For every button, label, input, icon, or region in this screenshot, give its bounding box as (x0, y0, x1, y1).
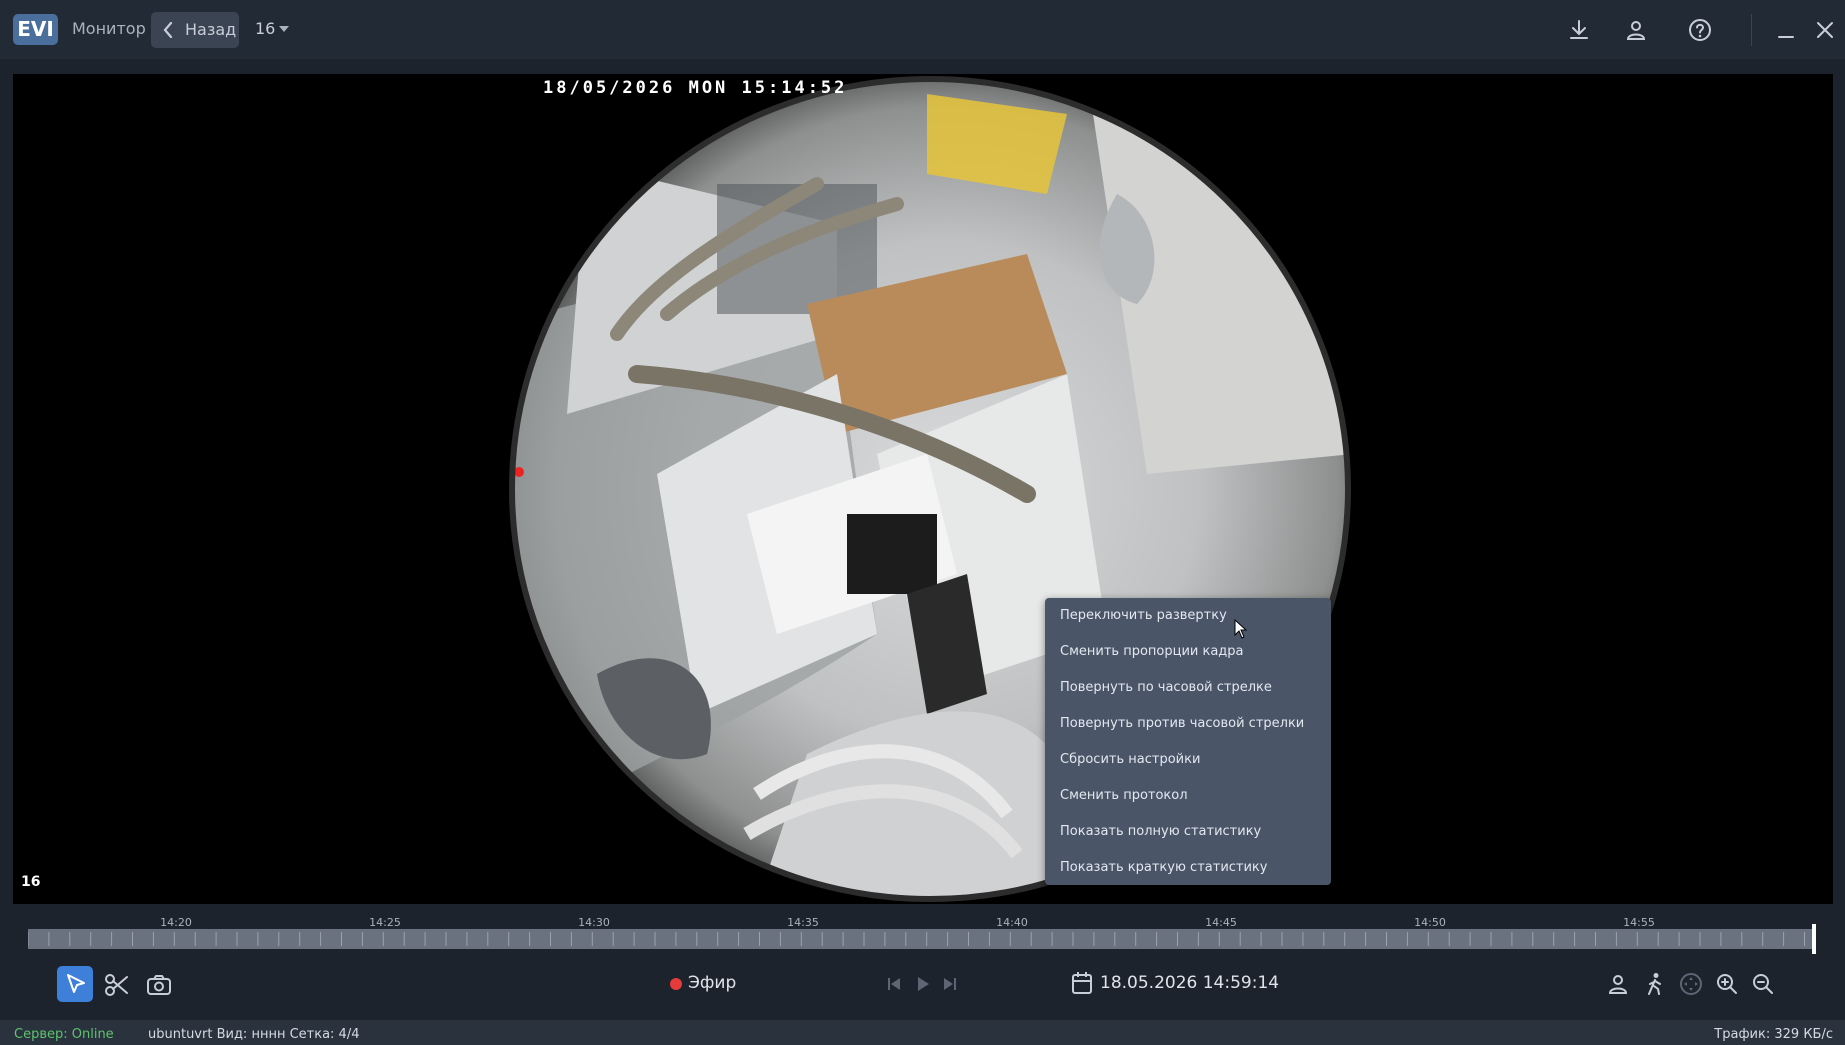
menu-item-short-stats[interactable]: Показать краткую статистику (1060, 860, 1267, 875)
timeline-label: 14:50 (1414, 916, 1446, 929)
timeline-label: 14:20 (160, 916, 192, 929)
menu-item-rotate-cw[interactable]: Повернуть по часовой стрелке (1060, 680, 1272, 695)
timeline-label: 14:35 (787, 916, 819, 929)
monitor-link[interactable]: Монитор (72, 19, 146, 38)
menu-item-reset-settings[interactable]: Сбросить настройки (1060, 752, 1200, 767)
view-info: ubuntuvrt Вид: нннн Сетка: 4/4 (148, 1027, 360, 1042)
timeline-ticks (28, 932, 1805, 946)
timeline-label: 14:45 (1205, 916, 1237, 929)
mouse-cursor-icon (1234, 619, 1248, 639)
play-icon[interactable] (913, 974, 933, 994)
video-timestamp: 18/05/2026 MON 15:14:52 (543, 78, 848, 98)
download-icon[interactable] (1567, 18, 1591, 42)
zoom-in-icon[interactable] (1715, 972, 1739, 996)
status-bar: Сервер: Online ubuntuvrt Вид: нннн Сетка… (0, 1020, 1845, 1045)
camera-number: 16 (21, 874, 41, 890)
chevron-left-icon (163, 22, 173, 38)
grid-selector[interactable]: 16 (255, 19, 289, 38)
datetime-value: 18.05.2026 14:59:14 (1100, 973, 1280, 993)
live-label: Эфир (688, 973, 737, 993)
skip-back-icon[interactable] (884, 974, 904, 994)
menu-item-change-protocol[interactable]: Сменить протокол (1060, 788, 1188, 803)
minimize-icon[interactable] (1774, 18, 1798, 42)
back-button[interactable]: Назад (151, 12, 239, 48)
toolbar-divider (1751, 14, 1752, 46)
user-icon[interactable] (1624, 18, 1648, 42)
server-status: Сервер: Online (14, 1027, 114, 1042)
help-icon[interactable] (1688, 18, 1712, 42)
chevron-down-icon (279, 26, 289, 32)
zoom-out-icon[interactable] (1751, 972, 1775, 996)
app-logo: EVI (13, 14, 58, 45)
menu-item-change-aspect[interactable]: Сменить пропорции кадра (1060, 644, 1244, 659)
back-label: Назад (185, 20, 237, 39)
person-icon[interactable] (1607, 973, 1629, 995)
title-bar: EVI Монитор Назад 16 (0, 0, 1845, 59)
video-viewport[interactable]: 18/05/2026 MON 15:14:52 16 Переключить р… (13, 74, 1833, 904)
context-menu: Переключить развертку Сменить пропорции … (1045, 598, 1331, 885)
menu-item-switch-dewarp[interactable]: Переключить развертку (1060, 608, 1227, 623)
close-icon[interactable] (1813, 18, 1837, 42)
timeline-label: 14:30 (578, 916, 610, 929)
traffic-info: Трафик: 329 КБ/с (1714, 1027, 1833, 1042)
ptz-icon[interactable] (1679, 972, 1703, 996)
select-tool-button[interactable] (57, 966, 93, 1002)
menu-item-rotate-ccw[interactable]: Повернуть против часовой стрелки (1060, 716, 1304, 731)
timeline-label: 14:55 (1623, 916, 1655, 929)
walking-icon[interactable] (1644, 972, 1666, 996)
timeline-label: 14:25 (369, 916, 401, 929)
menu-item-full-stats[interactable]: Показать полную статистику (1060, 824, 1261, 839)
grid-value: 16 (255, 19, 276, 38)
timeline-label: 14:40 (996, 916, 1028, 929)
scissors-icon[interactable] (104, 972, 130, 998)
camera-icon[interactable] (146, 972, 172, 998)
timeline-playhead[interactable] (1812, 924, 1816, 954)
timeline-track[interactable] (28, 929, 1813, 949)
live-indicator-icon (670, 978, 682, 990)
calendar-icon (1072, 972, 1092, 994)
pointer-icon (67, 974, 85, 993)
skip-forward-icon[interactable] (940, 974, 960, 994)
